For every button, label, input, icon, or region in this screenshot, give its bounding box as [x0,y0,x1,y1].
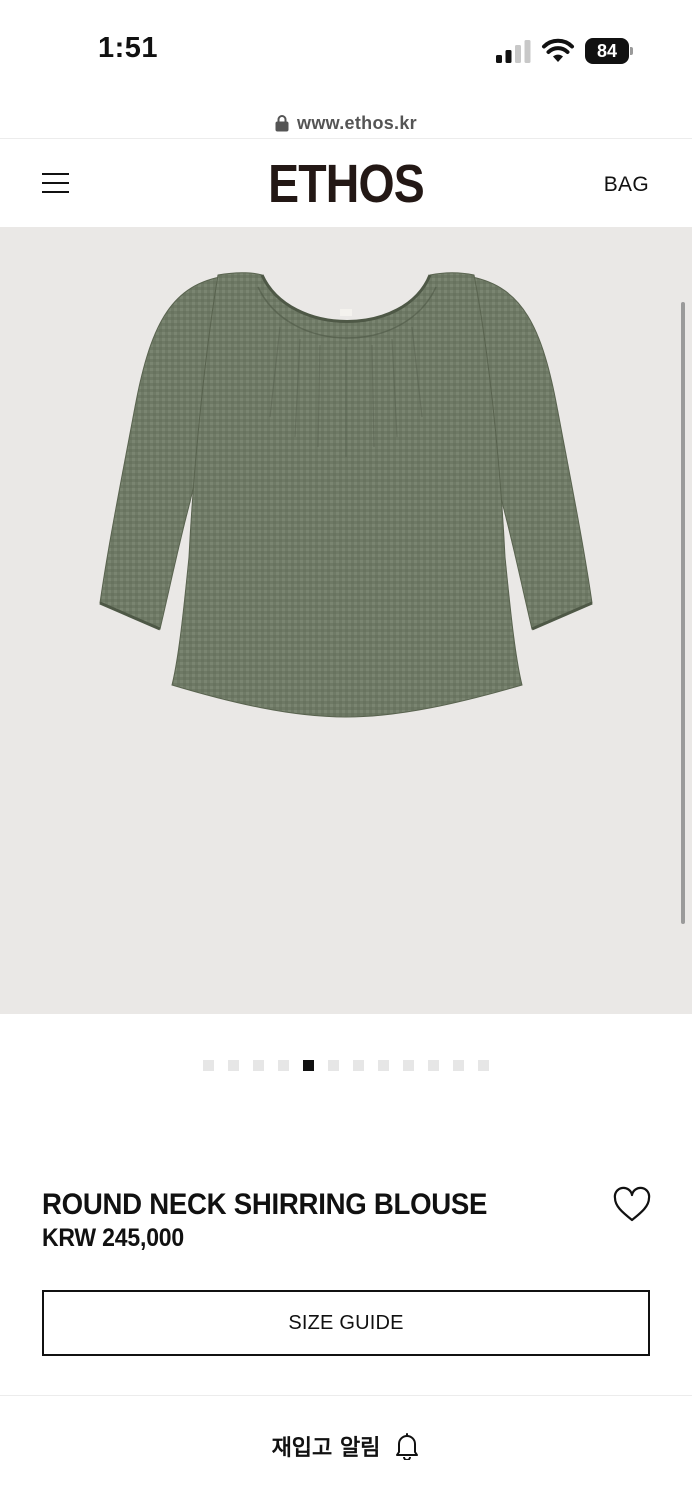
carousel-dot[interactable] [278,1060,289,1071]
carousel-dot[interactable] [478,1060,489,1071]
carousel-dot[interactable] [203,1060,214,1071]
carousel-dot[interactable] [378,1060,389,1071]
cellular-signal-icon [496,40,531,63]
bell-icon [396,1433,419,1460]
carousel-dot[interactable] [403,1060,414,1071]
battery-indicator: 84 [585,38,633,64]
carousel-dot[interactable] [328,1060,339,1071]
blouse-illustration [99,272,593,718]
site-header: ETHOS BAG [0,139,692,227]
url-text: www.ethos.kr [297,112,417,133]
divider [0,1395,692,1396]
carousel-dot-active[interactable] [303,1060,314,1071]
wifi-icon [542,38,574,62]
product-title: ROUND NECK SHIRRING BLOUSE [42,1188,488,1221]
product-image[interactable] [0,227,692,1014]
size-guide-button[interactable]: SIZE GUIDE [42,1290,650,1356]
page-scrollbar[interactable] [681,302,685,924]
battery-level: 84 [585,38,629,64]
bag-link[interactable]: BAG [604,173,649,197]
status-bar: 1:51 84 [0,0,692,100]
carousel-dot[interactable] [428,1060,439,1071]
lock-icon [275,115,289,132]
carousel-dot[interactable] [353,1060,364,1071]
browser-url-bar[interactable]: www.ethos.kr [0,108,692,138]
carousel-dot[interactable] [253,1060,264,1071]
status-time: 1:51 [98,32,159,64]
brand-logo[interactable]: ETHOS [48,153,643,215]
carousel-dot[interactable] [228,1060,239,1071]
restock-alert-label: 재입고 알림 [271,1436,381,1461]
restock-alert-button[interactable]: 재입고 알림 [0,1426,692,1466]
carousel-pagination [0,1060,692,1071]
heart-outline-icon[interactable] [612,1186,652,1224]
product-price: KRW 245,000 [42,1224,185,1252]
battery-tip [630,47,633,55]
carousel-dot[interactable] [453,1060,464,1071]
